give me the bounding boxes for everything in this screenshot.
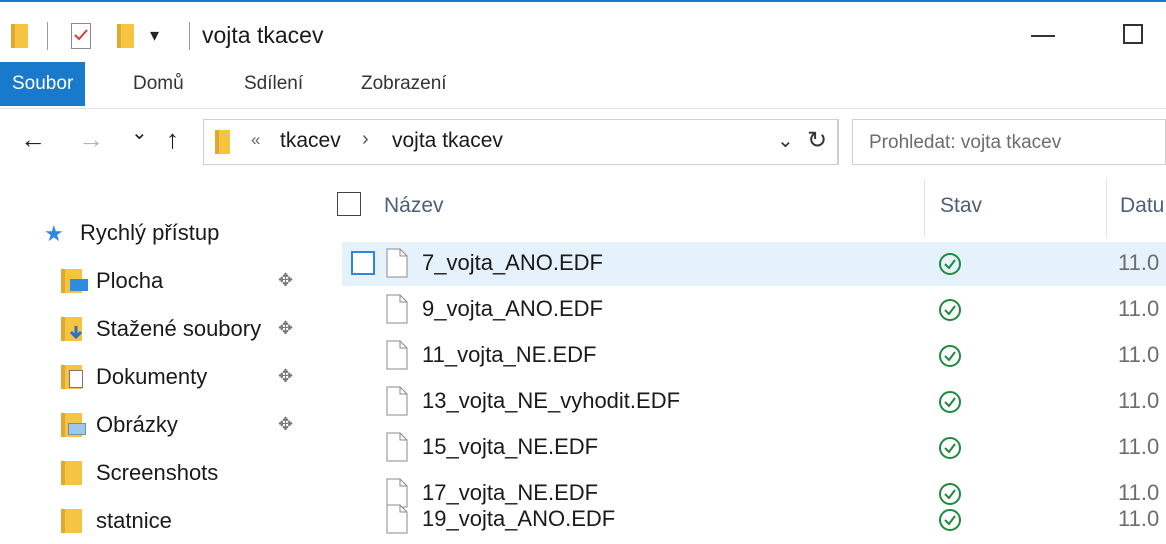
- new-folder-icon[interactable]: [117, 24, 134, 48]
- folder-icon[interactable]: [11, 24, 28, 48]
- title-bar: ▾ vojta tkacev: [0, 2, 1166, 62]
- synced-check-icon: [939, 509, 961, 531]
- sidebar-item-label: Dokumenty: [96, 364, 208, 389]
- file-name: 11_vojta_NE.EDF: [422, 342, 597, 367]
- documents-folder-icon: [61, 365, 84, 389]
- quick-access-dropdown[interactable]: ▾: [150, 25, 159, 46]
- synced-check-icon: [939, 299, 961, 321]
- tab-soubor[interactable]: Soubor: [0, 62, 86, 106]
- sidebar-item-stazene-soubory[interactable]: Stažené soubory ✥: [0, 308, 320, 352]
- document-icon: [386, 432, 408, 462]
- document-icon: [386, 340, 408, 370]
- up-arrow-icon[interactable]: ↑: [166, 124, 179, 155]
- document-icon: [386, 504, 408, 534]
- desktop-folder-icon: [61, 269, 88, 293]
- tab-zobrazeni[interactable]: Zobrazení: [361, 62, 447, 106]
- address-toolbar: ← → ⌄ ↑ « tkacev › vojta tkacev ⌄ ↻: [0, 108, 1166, 178]
- pictures-folder-icon: [61, 413, 86, 437]
- document-icon: [386, 248, 408, 278]
- file-date: 11.0: [1118, 250, 1160, 275]
- document-icon: [386, 386, 408, 416]
- table-row[interactable]: 7_vojta_ANO.EDF 11.0: [342, 242, 1166, 286]
- search-input[interactable]: [867, 131, 1151, 155]
- file-name: 7_vojta_ANO.EDF: [422, 250, 603, 275]
- sidebar-item-screenshots[interactable]: Screenshots: [0, 452, 320, 496]
- table-row[interactable]: 13_vojta_NE_vyhodit.EDF 11.0: [342, 380, 1166, 424]
- file-name: 9_vojta_ANO.EDF: [422, 296, 603, 321]
- synced-check-icon: [939, 253, 961, 275]
- file-date: 11.0: [1118, 506, 1160, 531]
- chevron-down-icon[interactable]: ⌄: [777, 128, 794, 153]
- table-row[interactable]: 9_vojta_ANO.EDF 11.0: [342, 288, 1166, 332]
- document-icon: [386, 294, 408, 324]
- title-separator: [189, 22, 190, 50]
- tab-sdileni[interactable]: Sdílení: [244, 62, 303, 106]
- navigation-pane: ★ Rychlý přístup Plocha ✥ Stažené soubor…: [0, 178, 320, 540]
- table-row[interactable]: 15_vojta_NE.EDF 11.0: [342, 426, 1166, 470]
- search-box[interactable]: [852, 119, 1166, 165]
- file-date: 11.0: [1118, 342, 1160, 367]
- file-date: 11.0: [1118, 296, 1160, 321]
- chevron-right-icon[interactable]: ›: [362, 128, 369, 151]
- sidebar-item-plocha[interactable]: Plocha ✥: [0, 260, 320, 304]
- refresh-button[interactable]: ↻: [800, 119, 838, 165]
- column-header-date[interactable]: Datu: [1120, 194, 1164, 218]
- maximize-icon[interactable]: [1123, 24, 1143, 44]
- recent-locations-icon[interactable]: ⌄: [131, 120, 148, 145]
- file-list: Název Stav Datu 7_vojta_ANO.EDF 11.0 9_v…: [320, 178, 1166, 540]
- file-name: 13_vojta_NE_vyhodit.EDF: [422, 388, 681, 413]
- table-row[interactable]: 19_vojta_ANO.EDF 11.0: [342, 498, 1166, 540]
- file-date: 11.0: [1118, 434, 1160, 459]
- file-date: 11.0: [1118, 388, 1160, 413]
- sidebar-item-label: Stažené soubory: [96, 316, 262, 341]
- back-arrow-icon[interactable]: ←: [20, 124, 46, 155]
- refresh-icon: ↻: [807, 127, 828, 154]
- folder-icon: [61, 461, 84, 485]
- file-name: 19_vojta_ANO.EDF: [422, 506, 616, 531]
- column-divider[interactable]: [924, 178, 925, 238]
- sidebar-item-label: Obrázky: [96, 412, 178, 437]
- folder-icon: [215, 130, 230, 154]
- window-title: vojta tkacev: [202, 22, 324, 48]
- sidebar-item-dokumenty[interactable]: Dokumenty ✥: [0, 356, 320, 400]
- sidebar-item-statnice[interactable]: statnice: [0, 500, 320, 544]
- star-icon: ★: [44, 221, 64, 246]
- downloads-folder-icon: [61, 317, 84, 341]
- ribbon-tabs: Soubor Domů Sdílení Zobrazení: [0, 62, 1166, 109]
- properties-icon[interactable]: [71, 23, 91, 49]
- sidebar-item-obrazky[interactable]: Obrázky ✥: [0, 404, 320, 448]
- synced-check-icon: [939, 345, 961, 367]
- quick-access-label: Rychlý přístup: [80, 220, 220, 245]
- breadcrumb-overflow-icon[interactable]: «: [251, 130, 260, 150]
- file-name: 15_vojta_NE.EDF: [422, 434, 599, 459]
- pin-icon[interactable]: ✥: [278, 366, 293, 387]
- address-bar[interactable]: « tkacev › vojta tkacev ⌄: [203, 119, 839, 165]
- breadcrumb-vojta-tkacev[interactable]: vojta tkacev: [392, 129, 503, 153]
- sidebar-item-label: Plocha: [96, 268, 164, 293]
- pin-icon[interactable]: ✥: [278, 270, 293, 291]
- sidebar-item-label: statnice: [96, 508, 172, 533]
- table-row[interactable]: 11_vojta_NE.EDF 11.0: [342, 334, 1166, 378]
- breadcrumb-tkacev[interactable]: tkacev: [280, 129, 341, 153]
- synced-check-icon: [939, 437, 961, 459]
- folder-icon: [61, 509, 84, 533]
- synced-check-icon: [939, 391, 961, 413]
- sidebar-item-label: Screenshots: [96, 460, 219, 485]
- pin-icon[interactable]: ✥: [278, 414, 293, 435]
- tab-domu[interactable]: Domů: [133, 62, 184, 106]
- select-all-checkbox[interactable]: [337, 192, 361, 216]
- pin-icon[interactable]: ✥: [278, 318, 293, 339]
- row-checkbox[interactable]: [351, 251, 375, 275]
- column-header-status[interactable]: Stav: [940, 194, 982, 218]
- quick-access-separator: [47, 22, 48, 50]
- minimize-icon[interactable]: [1031, 35, 1055, 37]
- column-header-name[interactable]: Název: [384, 194, 444, 218]
- column-divider[interactable]: [1106, 178, 1107, 238]
- forward-arrow-icon[interactable]: →: [78, 124, 104, 155]
